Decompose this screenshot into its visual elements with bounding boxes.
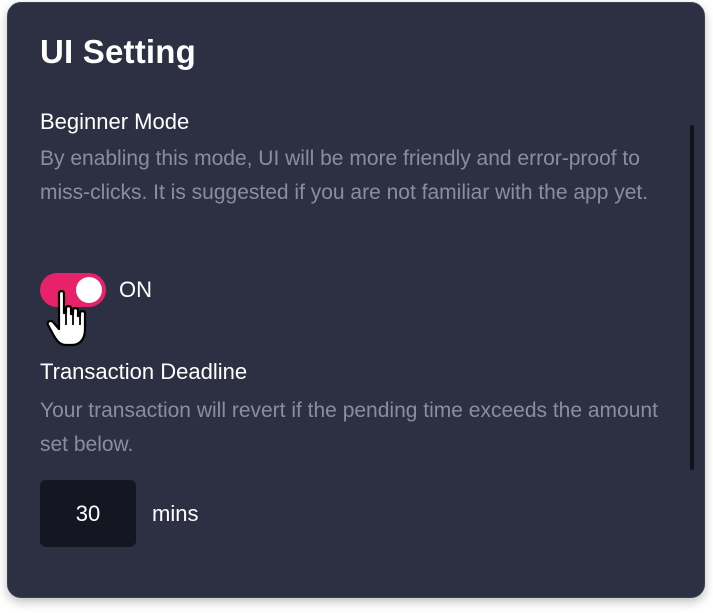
scrollbar[interactable] bbox=[690, 125, 694, 470]
beginner-mode-label: Beginner Mode bbox=[40, 109, 190, 134]
toggle-state-label: ON bbox=[119, 277, 152, 302]
transaction-deadline-description: Your transaction will revert if the pend… bbox=[40, 399, 658, 456]
hand-pointer-icon bbox=[46, 290, 87, 347]
deadline-input[interactable] bbox=[40, 480, 136, 547]
beginner-mode-description: By enabling this mode, UI will be more f… bbox=[40, 147, 649, 204]
transaction-deadline-label: Transaction Deadline bbox=[40, 359, 248, 384]
deadline-unit: mins bbox=[152, 501, 199, 526]
panel-title: UI Setting bbox=[40, 33, 196, 70]
ui-setting-panel: UI Setting Beginner Mode By enabling thi… bbox=[7, 2, 705, 598]
